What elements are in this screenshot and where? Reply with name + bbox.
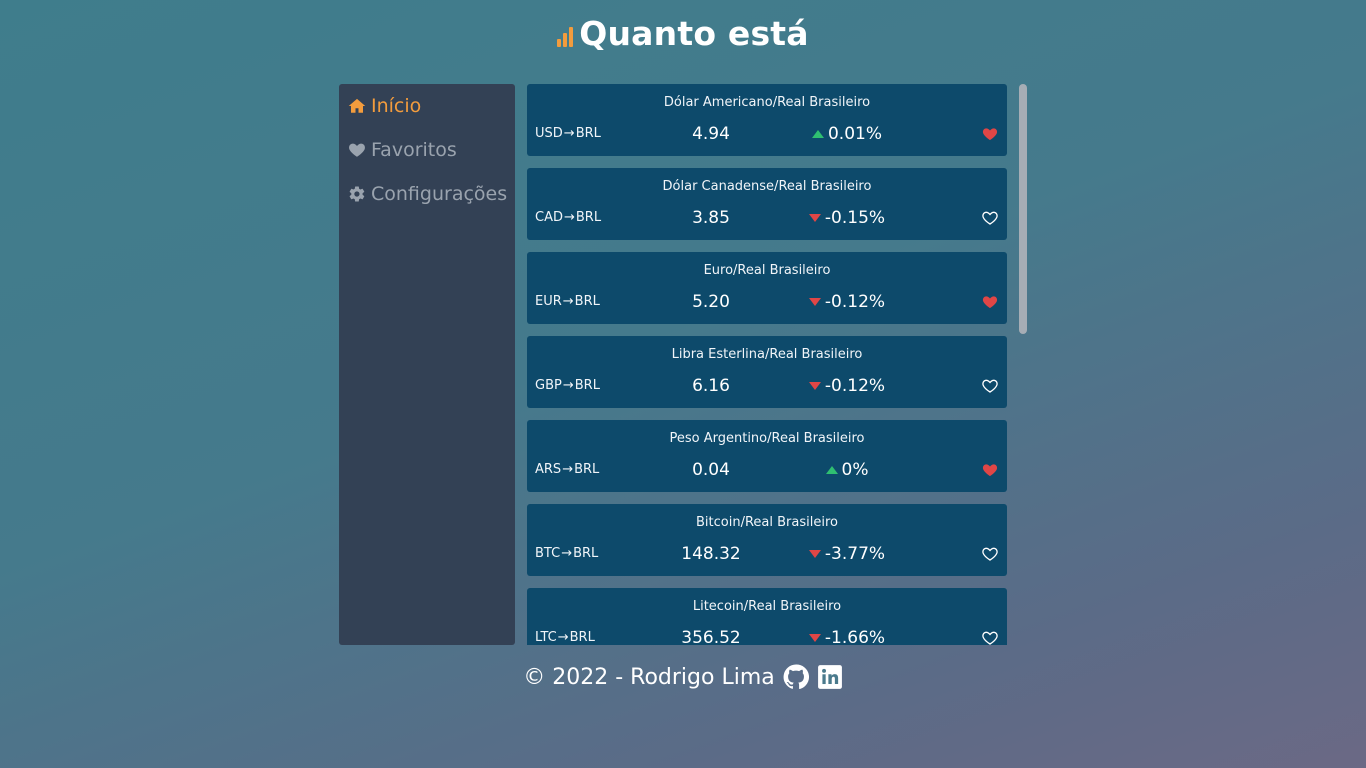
heart-filled-icon[interactable] [982,126,998,142]
quote-card[interactable]: Dólar Americano/Real Brasileiro USD → BR… [527,84,1007,156]
pair-from: CAD [535,210,563,225]
scrollbar[interactable] [1019,84,1027,334]
currency-pair: USD → BRL [535,126,601,141]
quote-name: Dólar Americano/Real Brasileiro [663,95,871,110]
quote-name: Peso Argentino/Real Brasileiro [669,431,865,446]
quote-name: Euro/Real Brasileiro [703,263,831,278]
quote-change: 0.01% [767,124,927,144]
arrow-right-icon: → [563,126,575,141]
pair-from: USD [535,126,563,141]
heart-outline-icon[interactable] [982,378,998,394]
caret-down-icon [808,550,821,558]
arrow-right-icon: → [562,462,574,477]
app-header: Quanto está [0,10,1366,56]
pair-to: BRL [575,126,601,141]
pair-to: BRL [574,462,600,477]
footer-text: © 2022 - Rodrigo Lima [523,664,775,690]
pair-to: BRL [574,378,600,393]
quote-change: -0.15% [767,208,927,228]
heart-outline-icon[interactable] [982,210,998,226]
quote-card[interactable]: Euro/Real Brasileiro EUR → BRL 5.20 -0.1… [527,252,1007,324]
sidebar-item-configuracoes[interactable]: Configurações [339,180,515,208]
quote-name: Litecoin/Real Brasileiro [692,599,842,614]
heart-filled-icon[interactable] [982,294,998,310]
app-title: Quanto está [579,13,809,53]
change-percent: -0.12% [824,376,886,396]
arrow-right-icon: → [562,378,574,393]
arrow-right-icon: → [557,630,569,645]
caret-down-icon [808,382,821,390]
quote-name: Libra Esterlina/Real Brasileiro [671,347,863,362]
gear-icon [349,186,365,202]
pair-from: EUR [535,294,562,309]
heart-outline-icon[interactable] [982,546,998,562]
change-percent: 0% [841,460,869,480]
quote-card[interactable]: Litecoin/Real Brasileiro LTC → BRL 356.5… [527,588,1007,645]
quote-name: Dólar Canadense/Real Brasileiro [662,179,872,194]
quote-value: 4.94 [692,124,730,144]
linkedin-icon[interactable] [817,664,843,690]
pair-to: BRL [575,210,602,225]
pair-from: LTC [535,630,557,645]
footer: © 2022 - Rodrigo Lima [0,660,1366,694]
change-percent: -1.66% [824,628,886,645]
currency-pair: ARS → BRL [535,462,599,477]
arrow-right-icon: → [561,546,573,561]
pair-to: BRL [569,630,595,645]
quote-value: 356.52 [681,628,741,645]
caret-up-icon [825,466,838,474]
quote-card[interactable]: Bitcoin/Real Brasileiro BTC → BRL 148.32… [527,504,1007,576]
pair-from: GBP [535,378,562,393]
heart-outline-icon[interactable] [982,630,998,645]
github-icon[interactable] [783,664,809,690]
quote-value: 3.85 [692,208,730,228]
sidebar-item-label: Início [371,95,422,117]
change-percent: 0.01% [827,124,882,144]
arrow-right-icon: → [562,294,574,309]
pair-to: BRL [574,294,600,309]
quote-list: Dólar Americano/Real Brasileiro USD → BR… [527,84,1007,645]
quote-value: 5.20 [692,292,730,312]
quote-value: 6.16 [692,376,730,396]
quote-card[interactable]: Libra Esterlina/Real Brasileiro GBP → BR… [527,336,1007,408]
caret-down-icon [808,214,821,222]
currency-pair: GBP → BRL [535,378,600,393]
caret-up-icon [811,130,824,138]
sidebar-item-favoritos[interactable]: Favoritos [339,136,515,164]
caret-down-icon [808,298,821,306]
sidebar-item-label: Favoritos [371,139,457,161]
pair-from: BTC [535,546,561,561]
heart-icon [349,143,365,157]
quote-change: 0% [767,460,927,480]
arrow-right-icon: → [563,210,575,225]
heart-filled-icon[interactable] [982,462,998,478]
sidebar-item-inicio[interactable]: Início [339,92,515,120]
quote-card[interactable]: Dólar Canadense/Real Brasileiro CAD → BR… [527,168,1007,240]
caret-down-icon [808,634,821,642]
home-icon [348,98,366,113]
change-percent: -3.77% [824,544,886,564]
sidebar-item-label: Configurações [371,183,508,205]
pair-to: BRL [573,546,599,561]
quote-value: 0.04 [692,460,730,480]
quote-change: -1.66% [767,628,927,645]
pair-from: ARS [535,462,562,477]
change-percent: -0.15% [824,208,886,228]
change-percent: -0.12% [824,292,886,312]
bar-chart-icon [557,25,574,47]
currency-pair: BTC → BRL [535,546,598,561]
currency-pair: CAD → BRL [535,210,601,225]
quote-change: -0.12% [767,376,927,396]
quote-change: -0.12% [767,292,927,312]
quote-card[interactable]: Peso Argentino/Real Brasileiro ARS → BRL… [527,420,1007,492]
sidebar: Início Favoritos Configurações [339,84,515,645]
quote-change: -3.77% [767,544,927,564]
quote-value: 148.32 [681,544,741,564]
currency-pair: EUR → BRL [535,294,600,309]
quote-name: Bitcoin/Real Brasileiro [696,515,838,530]
currency-pair: LTC → BRL [535,630,595,645]
